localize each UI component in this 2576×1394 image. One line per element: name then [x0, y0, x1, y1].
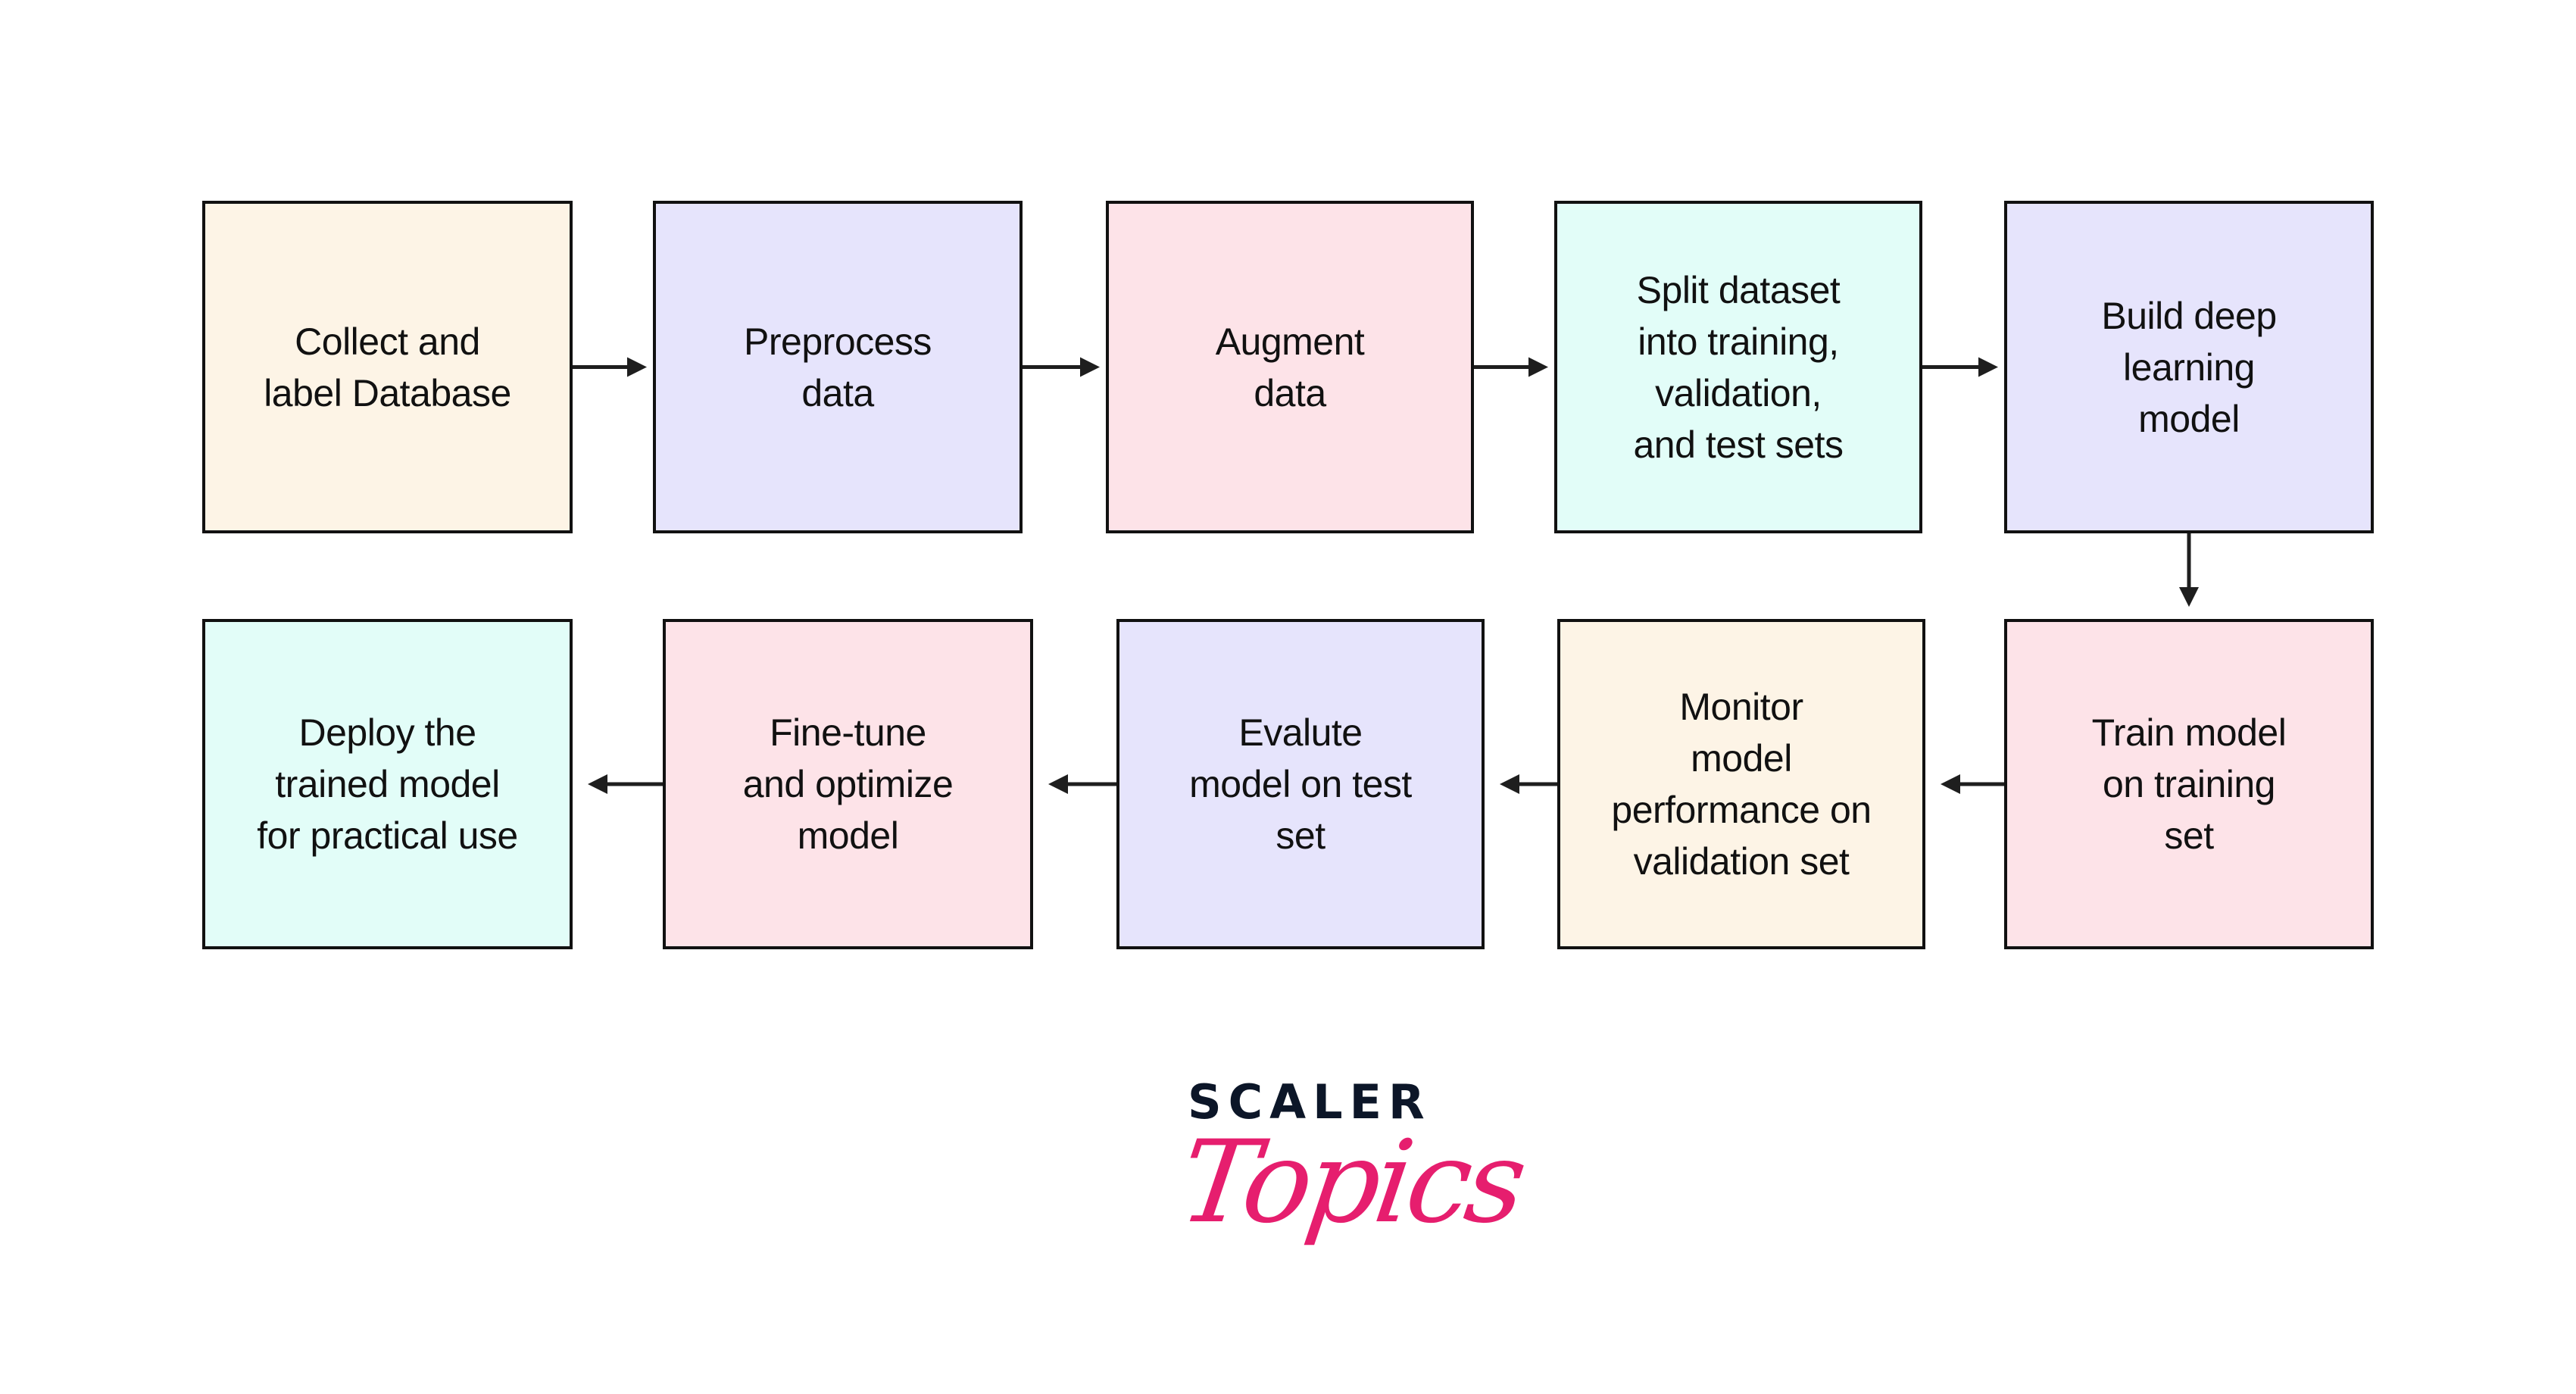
step-label: Build deep learning model	[2101, 294, 2277, 440]
arrowhead-icon-2-to-3	[1080, 357, 1100, 377]
step-preprocess-data: Preprocess data	[653, 201, 1023, 533]
step-build-model: Build deep learning model	[2004, 201, 2374, 533]
step-label: Augment data	[1215, 320, 1365, 414]
logo-script: Topics	[1172, 1117, 1530, 1249]
arrowhead-icon-6-to-7	[1941, 774, 1960, 794]
step-label: Collect and label Database	[264, 320, 511, 414]
step-label: Train model on training set	[2091, 711, 2287, 857]
step-monitor-performance: Monitor model performance on validation …	[1557, 619, 1925, 949]
step-label: Deploy the trained model for practical u…	[257, 711, 518, 857]
step-label: Evalute model on test set	[1189, 711, 1412, 857]
arrowhead-icon-3-to-4	[1528, 357, 1548, 377]
step-label: Preprocess data	[744, 320, 932, 414]
step-train-model: Train model on training set	[2004, 619, 2374, 949]
step-label: Fine-tune and optimize model	[742, 711, 954, 857]
step-label: Split dataset into training, validation,…	[1633, 268, 1844, 466]
scaler-topics-logo: SCALER Topics	[1166, 1068, 1530, 1280]
step-fine-tune-model: Fine-tune and optimize model	[663, 619, 1033, 949]
step-evaluate-model: Evalute model on test set	[1116, 619, 1485, 949]
step-collect-label-database: Collect and label Database	[202, 201, 573, 533]
step-deploy-model: Deploy the trained model for practical u…	[202, 619, 573, 949]
arrowhead-icon-8-to-9	[1048, 774, 1068, 794]
arrowhead-icon-4-to-5	[1978, 357, 1998, 377]
arrowhead-icon-1-to-2	[627, 357, 647, 377]
arrowhead-icon-7-to-8	[1500, 774, 1519, 794]
step-label: Monitor model performance on validation …	[1611, 686, 1872, 883]
arrowhead-icon-5-to-6	[2179, 587, 2199, 607]
step-split-dataset: Split dataset into training, validation,…	[1554, 201, 1922, 533]
arrowhead-icon-9-to-10	[588, 774, 607, 794]
step-augment-data: Augment data	[1106, 201, 1474, 533]
